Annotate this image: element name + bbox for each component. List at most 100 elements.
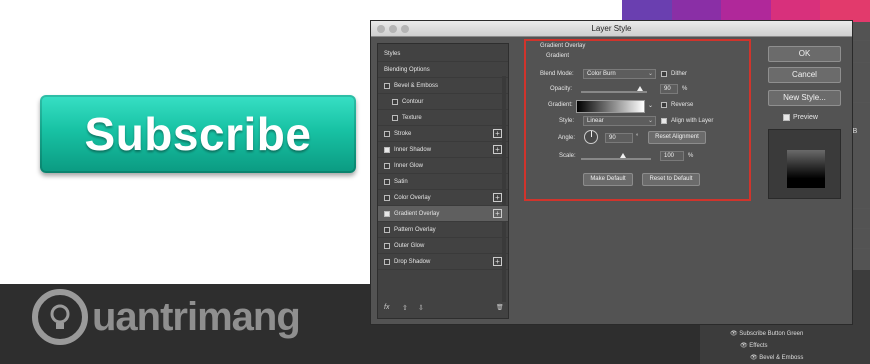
style-checkbox[interactable] [384,179,390,185]
reset-alignment-button[interactable]: Reset Alignment [648,131,706,144]
eye-icon[interactable]: 👁 [730,331,738,337]
dialog-titlebar[interactable]: Layer Style [371,21,852,37]
opacity-slider-thumb[interactable] [637,86,644,91]
style-item[interactable]: Texture [378,110,508,126]
watermark-logo: uantrimang [32,288,301,346]
style-item[interactable]: Inner Glow [378,158,508,174]
minimize-icon[interactable] [389,25,397,33]
style-item[interactable]: Styles [378,46,508,62]
swatch[interactable] [721,0,771,22]
gradient-preview[interactable] [576,100,645,113]
align-with-layer-checkbox[interactable] [661,118,667,124]
style-item[interactable]: Blending Options [378,62,508,78]
effects-row[interactable]: 👁 Effects [740,342,768,349]
cancel-button[interactable]: Cancel [768,67,841,83]
swatch[interactable] [671,0,722,22]
add-effect-icon[interactable]: + [493,193,502,202]
style-checkbox[interactable] [392,115,398,121]
dialog-title: Layer Style [591,24,632,33]
reverse-label: Reverse [671,102,694,108]
chevron-down-icon[interactable]: ⌄ [648,102,653,109]
style-item-label: Gradient Overlay [394,211,440,217]
style-item[interactable]: Satin [378,174,508,190]
reverse-checkbox[interactable] [661,102,667,108]
make-default-button[interactable]: Make Default [583,173,633,186]
style-item[interactable]: Contour [378,94,508,110]
new-style-button[interactable]: New Style... [768,90,841,106]
styles-list: fx ⇧ ⇩ 🗑 Styles Blending Options Bevel & E… [377,43,509,319]
style-item[interactable]: Drop Shadow + [378,254,508,270]
move-up-icon[interactable]: ⇧ [402,304,408,312]
reset-to-default-button[interactable]: Reset to Default [642,173,700,186]
scale-unit: % [688,153,694,159]
maximize-icon[interactable] [401,25,409,33]
preview-label: Preview [793,114,818,121]
style-item-label: Inner Shadow [394,147,432,153]
style-item-label: Styles [384,51,401,57]
style-item[interactable]: Outer Glow [378,238,508,254]
angle-input[interactable]: 90 [605,133,633,143]
style-item-label: Outer Glow [394,243,425,249]
dither-checkbox[interactable] [661,71,667,77]
bevel-row[interactable]: 👁 Bevel & Emboss [750,354,803,361]
scale-slider-thumb[interactable] [620,153,626,158]
align-with-layer-label: Align with Layer [671,118,714,124]
style-checkbox[interactable] [384,211,390,217]
style-item[interactable]: Pattern Overlay [378,222,508,238]
add-effect-icon[interactable]: + [493,129,502,138]
style-item-label: Texture [402,115,422,121]
style-checkbox[interactable] [384,83,390,89]
style-checkbox[interactable] [384,195,390,201]
style-checkbox[interactable] [384,131,390,137]
angle-unit: ° [636,134,639,140]
eye-icon[interactable]: 👁 [750,355,758,361]
opacity-slider[interactable] [581,91,647,93]
eye-icon[interactable]: 👁 [740,343,748,349]
add-effect-icon[interactable]: + [493,145,502,154]
style-item[interactable]: Bevel & Emboss [378,78,508,94]
style-checkbox[interactable] [384,227,390,233]
add-effect-icon[interactable]: + [493,209,502,218]
style-item-label: Blending Options [384,67,430,73]
preview-checkbox[interactable] [783,114,790,121]
style-item[interactable]: Stroke + [378,126,508,142]
layer-row[interactable]: 👁 Subscribe Button Green [730,330,803,337]
opacity-label: Opacity: [550,86,573,92]
style-item-label: Pattern Overlay [394,227,436,233]
style-preview [768,129,841,199]
layer-style-dialog: Layer Style fx ⇧ ⇩ 🗑 Styles Blending Opti… [370,20,853,325]
swatch[interactable] [770,0,821,22]
style-checkbox[interactable] [384,163,390,169]
angle-dial[interactable] [584,130,598,144]
preview-swatch [787,150,825,188]
style-checkbox[interactable] [392,99,398,105]
style-item[interactable]: Gradient Overlay + [378,206,508,222]
style-item[interactable]: Color Overlay + [378,190,508,206]
style-checkbox[interactable] [384,243,390,249]
add-effect-icon[interactable]: + [493,257,502,266]
scale-input[interactable]: 100 [660,151,684,161]
swatch[interactable] [622,0,672,22]
style-item[interactable]: Inner Shadow + [378,142,508,158]
scale-slider[interactable] [581,158,651,160]
trash-icon[interactable]: 🗑 [496,304,504,311]
blend-mode-select[interactable]: Color Burn ⌄ [583,69,656,79]
close-icon[interactable] [377,25,385,33]
style-item-label: Contour [402,99,424,105]
opacity-input[interactable]: 90 [660,84,678,94]
styles-list-footer: fx ⇧ ⇩ 🗑 [378,300,508,318]
angle-label: Angle: [558,135,576,141]
style-item-label: Bevel & Emboss [394,83,439,89]
gradient-overlay-panel: Gradient Overlay Gradient Blend Mode: Co… [524,39,751,201]
move-down-icon[interactable]: ⇩ [418,304,424,312]
subscribe-text: Subscribe [84,108,312,160]
fx-icon[interactable]: fx [384,304,389,311]
style-item-label: Color Overlay [394,195,431,201]
style-select[interactable]: Linear ⌄ [583,116,656,126]
swatch[interactable] [820,0,870,22]
section-title: Gradient Overlay [540,43,586,49]
style-checkbox[interactable] [384,147,390,153]
subscribe-button-graphic: Subscribe [40,95,356,173]
style-checkbox[interactable] [384,259,390,265]
ok-button[interactable]: OK [768,46,841,62]
